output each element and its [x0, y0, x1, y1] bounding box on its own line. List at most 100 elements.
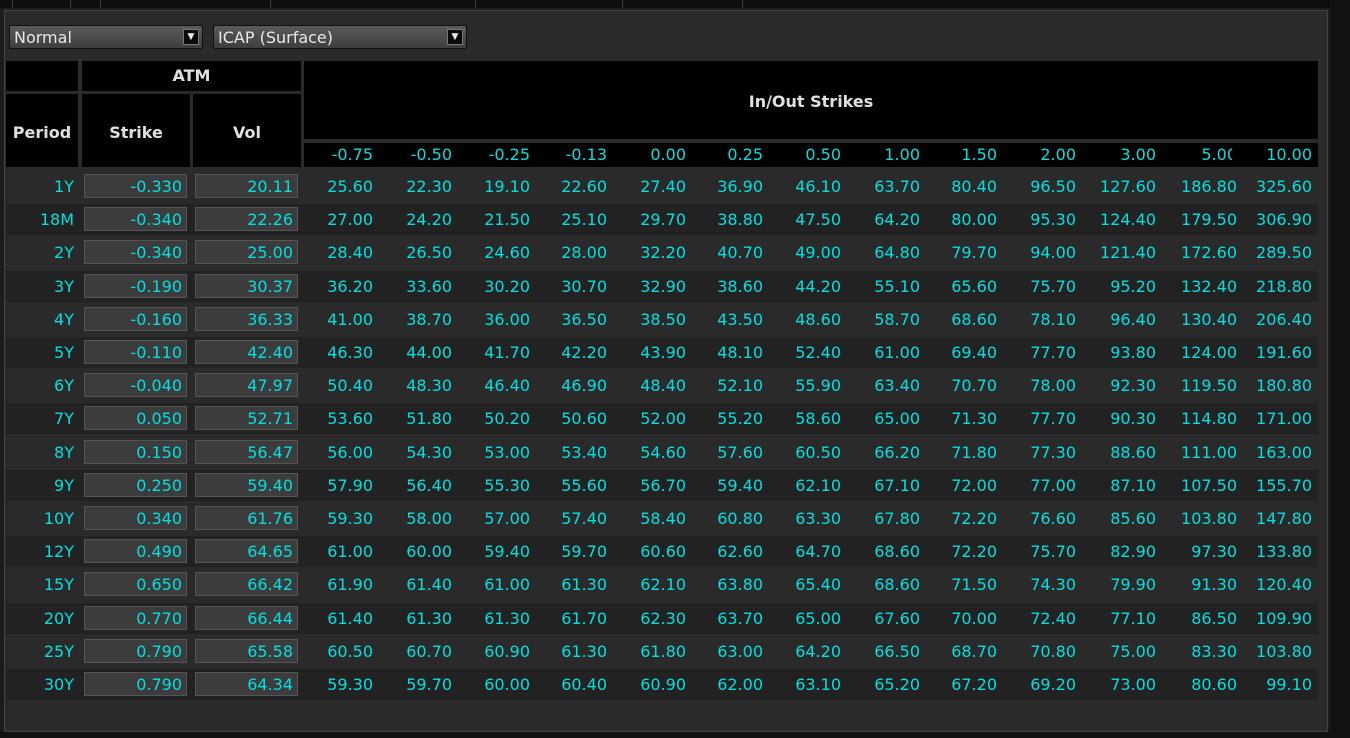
- vol-cell[interactable]: 62.00: [703, 673, 763, 697]
- vol-cell[interactable]: 70.80: [1016, 640, 1076, 664]
- vol-cell[interactable]: 21.50: [470, 208, 530, 232]
- vol-cell[interactable]: 32.90: [626, 275, 686, 299]
- vol-cell[interactable]: 66.20: [860, 441, 920, 465]
- atm-strike-field[interactable]: 0.150: [84, 440, 187, 464]
- vol-cell[interactable]: 124.40: [1084, 208, 1156, 232]
- vol-cell[interactable]: 99.10: [1232, 673, 1312, 697]
- vol-cell[interactable]: 59.70: [547, 540, 607, 564]
- vol-cell[interactable]: 96.50: [1016, 175, 1076, 199]
- vol-cell[interactable]: 120.40: [1232, 573, 1312, 597]
- vol-cell[interactable]: 55.60: [547, 474, 607, 498]
- vol-cell[interactable]: 61.70: [547, 607, 607, 631]
- vol-cell[interactable]: 63.40: [860, 374, 920, 398]
- vol-cell[interactable]: 41.70: [470, 341, 530, 365]
- atm-strike-field[interactable]: -0.110: [84, 340, 187, 364]
- vol-cell[interactable]: 50.20: [470, 407, 530, 431]
- vol-cell[interactable]: 60.70: [392, 640, 452, 664]
- vol-cell[interactable]: 68.60: [860, 573, 920, 597]
- vol-cell[interactable]: 63.30: [781, 507, 841, 531]
- vol-cell[interactable]: 40.70: [703, 241, 763, 265]
- atm-strike-field[interactable]: 0.340: [84, 506, 187, 530]
- vol-cell[interactable]: 75.00: [1084, 640, 1156, 664]
- vol-cell[interactable]: 77.70: [1016, 407, 1076, 431]
- vol-cell[interactable]: 73.00: [1084, 673, 1156, 697]
- vol-cell[interactable]: 86.50: [1157, 607, 1237, 631]
- vol-cell[interactable]: 95.20: [1084, 275, 1156, 299]
- vol-cell[interactable]: 59.30: [313, 673, 373, 697]
- vol-cell[interactable]: 25.10: [547, 208, 607, 232]
- vol-cell[interactable]: 77.10: [1084, 607, 1156, 631]
- vol-cell[interactable]: 60.50: [781, 441, 841, 465]
- vol-cell[interactable]: 68.60: [860, 540, 920, 564]
- vol-cell[interactable]: 59.30: [313, 507, 373, 531]
- atm-vol-field[interactable]: 64.65: [195, 539, 298, 563]
- vol-cell[interactable]: 38.70: [392, 308, 452, 332]
- vol-cell[interactable]: 78.10: [1016, 308, 1076, 332]
- vol-cell[interactable]: 54.60: [626, 441, 686, 465]
- atm-vol-field[interactable]: 30.37: [195, 274, 298, 298]
- mode-dropdown[interactable]: Normal ▼: [9, 25, 203, 49]
- vol-cell[interactable]: 54.30: [392, 441, 452, 465]
- vol-cell[interactable]: 92.30: [1084, 374, 1156, 398]
- vol-cell[interactable]: 60.50: [313, 640, 373, 664]
- vol-cell[interactable]: 52.10: [703, 374, 763, 398]
- vol-cell[interactable]: 71.30: [937, 407, 997, 431]
- vol-cell[interactable]: 64.70: [781, 540, 841, 564]
- vol-cell[interactable]: 130.40: [1157, 308, 1237, 332]
- vol-cell[interactable]: 58.70: [860, 308, 920, 332]
- vol-cell[interactable]: 70.00: [937, 607, 997, 631]
- vol-cell[interactable]: 44.20: [781, 275, 841, 299]
- vol-cell[interactable]: 32.20: [626, 241, 686, 265]
- vol-cell[interactable]: 68.70: [937, 640, 997, 664]
- vol-cell[interactable]: 67.80: [860, 507, 920, 531]
- vol-cell[interactable]: 180.80: [1232, 374, 1312, 398]
- vol-cell[interactable]: 55.30: [470, 474, 530, 498]
- vol-cell[interactable]: 53.40: [547, 441, 607, 465]
- vol-cell[interactable]: 61.00: [860, 341, 920, 365]
- atm-vol-field[interactable]: 22.26: [195, 207, 298, 231]
- atm-strike-field[interactable]: -0.160: [84, 307, 187, 331]
- vol-cell[interactable]: 69.20: [1016, 673, 1076, 697]
- vol-cell[interactable]: 79.70: [937, 241, 997, 265]
- vol-cell[interactable]: 80.60: [1157, 673, 1237, 697]
- vol-cell[interactable]: 133.80: [1232, 540, 1312, 564]
- vol-cell[interactable]: 22.30: [392, 175, 452, 199]
- vol-cell[interactable]: 68.60: [937, 308, 997, 332]
- vol-cell[interactable]: 44.00: [392, 341, 452, 365]
- vol-cell[interactable]: 50.40: [313, 374, 373, 398]
- vol-cell[interactable]: 57.90: [313, 474, 373, 498]
- vol-cell[interactable]: 38.60: [703, 275, 763, 299]
- vol-cell[interactable]: 65.00: [860, 407, 920, 431]
- vol-cell[interactable]: 51.80: [392, 407, 452, 431]
- vol-cell[interactable]: 61.90: [313, 573, 373, 597]
- vol-cell[interactable]: 172.60: [1157, 241, 1237, 265]
- vol-cell[interactable]: 75.70: [1016, 275, 1076, 299]
- vol-cell[interactable]: 63.00: [703, 640, 763, 664]
- vol-cell[interactable]: 63.70: [860, 175, 920, 199]
- vol-cell[interactable]: 80.40: [937, 175, 997, 199]
- vol-cell[interactable]: 42.20: [547, 341, 607, 365]
- vol-cell[interactable]: 53.00: [470, 441, 530, 465]
- vol-cell[interactable]: 56.00: [313, 441, 373, 465]
- vol-cell[interactable]: 67.20: [937, 673, 997, 697]
- vol-cell[interactable]: 61.00: [470, 573, 530, 597]
- vol-cell[interactable]: 52.00: [626, 407, 686, 431]
- vol-cell[interactable]: 97.30: [1157, 540, 1237, 564]
- vol-cell[interactable]: 36.50: [547, 308, 607, 332]
- atm-strike-field[interactable]: 0.790: [84, 672, 187, 696]
- vol-cell[interactable]: 36.90: [703, 175, 763, 199]
- atm-strike-field[interactable]: -0.340: [84, 240, 187, 264]
- vol-cell[interactable]: 65.20: [860, 673, 920, 697]
- vol-cell[interactable]: 61.30: [392, 607, 452, 631]
- vol-cell[interactable]: 24.60: [470, 241, 530, 265]
- atm-strike-field[interactable]: -0.190: [84, 274, 187, 298]
- vol-cell[interactable]: 50.60: [547, 407, 607, 431]
- vol-cell[interactable]: 85.60: [1084, 507, 1156, 531]
- vol-cell[interactable]: 25.60: [313, 175, 373, 199]
- atm-strike-field[interactable]: 0.790: [84, 639, 187, 663]
- vol-cell[interactable]: 71.50: [937, 573, 997, 597]
- vol-cell[interactable]: 52.40: [781, 341, 841, 365]
- vol-cell[interactable]: 65.60: [937, 275, 997, 299]
- vol-cell[interactable]: 55.90: [781, 374, 841, 398]
- vol-cell[interactable]: 56.40: [392, 474, 452, 498]
